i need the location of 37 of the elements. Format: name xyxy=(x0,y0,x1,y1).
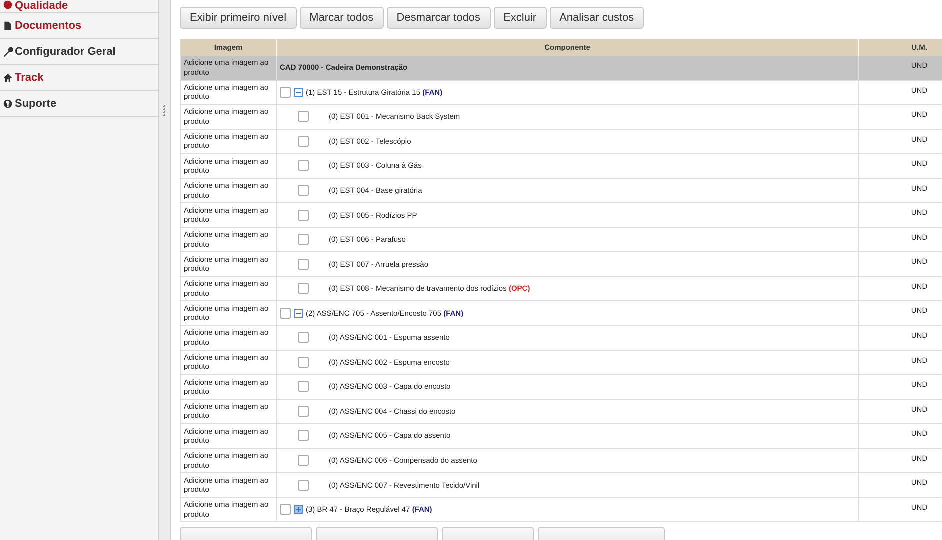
menu-icon xyxy=(3,46,13,56)
expand-icon[interactable] xyxy=(294,505,303,514)
collapse-icon[interactable] xyxy=(294,308,303,318)
toolbar-button[interactable]: Exibir primeiro nível xyxy=(180,7,297,29)
checkbox[interactable] xyxy=(298,455,309,466)
sidebar-item[interactable]: Track xyxy=(0,65,158,91)
checkbox[interactable] xyxy=(298,111,309,122)
toolbar-button[interactable]: Excluir xyxy=(494,7,547,29)
sidebar-item[interactable]: Documentos xyxy=(0,13,158,39)
splitter-handle[interactable] xyxy=(163,104,166,116)
menu-icon xyxy=(3,0,13,10)
toolbar-button[interactable]: Analisar custos xyxy=(550,7,644,29)
sidebar-item[interactable]: Suporte xyxy=(0,91,158,117)
menu-icon xyxy=(3,72,13,82)
checkbox[interactable] xyxy=(280,308,291,319)
checkbox[interactable] xyxy=(298,210,309,221)
checkbox[interactable] xyxy=(298,430,309,442)
checkbox[interactable] xyxy=(298,356,309,368)
collapse-icon[interactable] xyxy=(294,88,303,97)
checkbox[interactable] xyxy=(298,406,309,417)
checkbox[interactable] xyxy=(298,332,309,344)
sidebar-item[interactable]: Qualidade xyxy=(0,0,158,13)
checkbox[interactable] xyxy=(280,504,291,516)
menu-icon xyxy=(3,20,13,30)
checkbox[interactable] xyxy=(298,136,309,147)
sidebar-item[interactable]: Configurador Geral xyxy=(0,39,158,65)
checkbox[interactable] xyxy=(298,381,309,392)
checkbox[interactable] xyxy=(298,160,309,172)
checkbox[interactable] xyxy=(298,480,309,491)
checkbox[interactable] xyxy=(298,185,309,196)
toolbar-button[interactable]: Desmarcar todos xyxy=(386,7,491,29)
menu-icon xyxy=(3,98,13,108)
checkbox[interactable] xyxy=(298,283,309,294)
checkbox[interactable] xyxy=(298,258,309,270)
checkbox[interactable] xyxy=(298,234,309,246)
toolbar-button[interactable]: Marcar todos xyxy=(300,7,384,29)
checkbox[interactable] xyxy=(280,86,291,98)
